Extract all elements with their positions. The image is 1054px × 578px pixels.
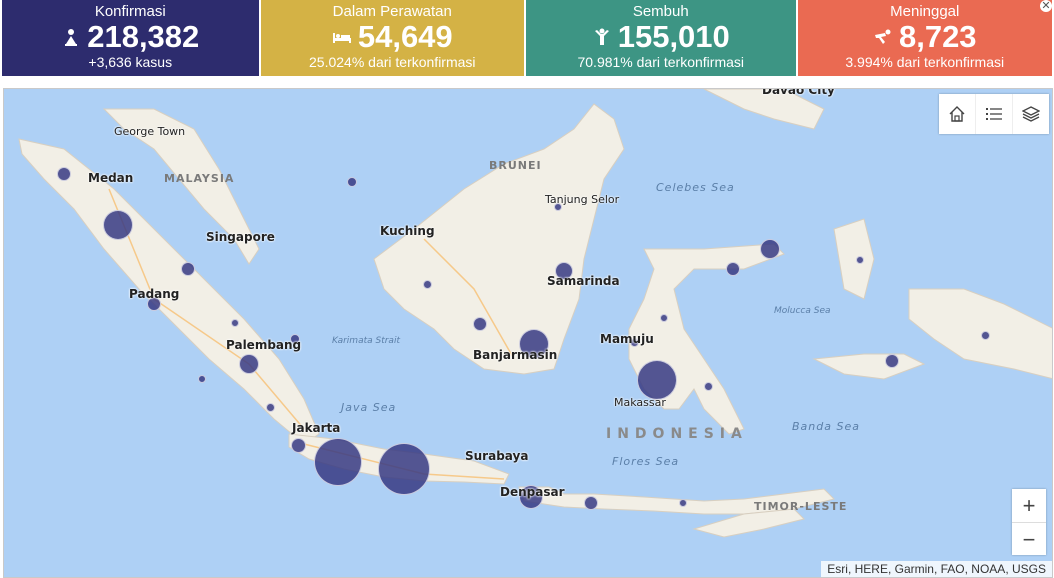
label-davao-city: Davao City bbox=[762, 88, 835, 97]
konfirmasi-label: Konfirmasi bbox=[94, 3, 166, 20]
sembuh-label: Sembuh bbox=[632, 3, 689, 20]
person-confirmed-icon bbox=[65, 29, 78, 46]
label-padang: Padang bbox=[129, 287, 180, 301]
indonesia-map[interactable]: George Town Medan MALAYSIA Singapore Pad… bbox=[3, 88, 1053, 578]
legend-button[interactable] bbox=[976, 94, 1013, 134]
case-bubble[interactable] bbox=[231, 319, 239, 327]
label-jakarta: Jakarta bbox=[292, 421, 341, 435]
label-palembang: Palembang bbox=[226, 338, 302, 352]
case-bubble[interactable] bbox=[423, 280, 432, 289]
sembuh-sub: 70.981% dari terkonfirmasi bbox=[577, 54, 745, 70]
perawatan-label: Dalam Perawatan bbox=[332, 3, 452, 20]
case-bubble[interactable] bbox=[57, 167, 71, 181]
label-karimata-strait: Karimata Strait bbox=[332, 336, 400, 346]
meninggal-label: Meninggal bbox=[890, 3, 960, 20]
label-brunei: BRUNEI bbox=[489, 159, 542, 172]
label-tanjung-selor: Tanjung Selor bbox=[545, 193, 620, 206]
case-bubble[interactable] bbox=[314, 438, 362, 486]
label-flores-sea: Flores Sea bbox=[612, 455, 680, 468]
case-bubble[interactable] bbox=[347, 177, 357, 187]
case-bubble[interactable] bbox=[981, 331, 990, 340]
meninggal-sub: 3.994% dari terkonfirmasi bbox=[845, 54, 1005, 70]
meninggal-value: 8,723 bbox=[898, 19, 977, 54]
meninggal-card: Meninggal 8,723 3.994% dari terkonfirmas… bbox=[797, 0, 1053, 76]
person-recovered-icon bbox=[594, 28, 609, 45]
label-medan: Medan bbox=[88, 171, 134, 185]
layers-icon bbox=[1022, 106, 1040, 122]
label-banda-sea: Banda Sea bbox=[792, 420, 860, 433]
perawatan-card: Dalam Perawatan 54,649 25.024% dari terk… bbox=[260, 0, 525, 76]
case-bubble[interactable] bbox=[856, 256, 864, 264]
konfirmasi-sub: +3,636 kasus bbox=[88, 54, 173, 70]
case-bubble[interactable] bbox=[239, 354, 259, 374]
case-bubble[interactable] bbox=[660, 314, 668, 322]
label-mamuju: Mamuju bbox=[600, 332, 654, 346]
zoom-control: + − bbox=[1012, 489, 1046, 555]
case-bubble[interactable] bbox=[760, 239, 780, 259]
case-bubble[interactable] bbox=[885, 354, 899, 368]
case-bubble[interactable] bbox=[103, 210, 133, 240]
case-bubble[interactable] bbox=[378, 443, 430, 495]
sembuh-value: 155,010 bbox=[617, 19, 730, 54]
label-molucca-sea: Molucca Sea bbox=[774, 306, 831, 316]
zoom-in-button[interactable]: + bbox=[1012, 489, 1046, 523]
close-icon[interactable]: ✕ bbox=[1040, 0, 1053, 12]
case-bubble[interactable] bbox=[473, 317, 487, 331]
perawatan-value: 54,649 bbox=[357, 19, 453, 54]
sembuh-card: Sembuh 155,010 70.981% dari terkonfirmas… bbox=[526, 0, 796, 76]
label-george-town: George Town bbox=[114, 125, 186, 138]
home-button[interactable] bbox=[939, 94, 976, 134]
case-bubble[interactable] bbox=[291, 438, 306, 453]
legend-list-icon bbox=[986, 108, 1002, 120]
label-denpasar: Denpasar bbox=[500, 485, 565, 499]
perawatan-sub: 25.024% dari terkonfirmasi bbox=[309, 54, 476, 70]
case-bubble[interactable] bbox=[198, 375, 206, 383]
label-timor-leste: TIMOR-LESTE bbox=[754, 500, 848, 513]
case-bubble[interactable] bbox=[181, 262, 195, 276]
case-bubble[interactable] bbox=[704, 382, 713, 391]
zoom-out-button[interactable]: − bbox=[1012, 523, 1046, 556]
label-indonesia: INDONESIA bbox=[606, 426, 748, 442]
label-surabaya: Surabaya bbox=[465, 449, 529, 463]
label-java-sea: Java Sea bbox=[341, 401, 397, 414]
label-malaysia: MALAYSIA bbox=[164, 172, 235, 185]
person-deceased-icon bbox=[874, 29, 891, 44]
label-kuching: Kuching bbox=[380, 224, 435, 238]
stats-bar: Konfirmasi 218,382 +3,636 kasus Dalam Pe… bbox=[2, 0, 1053, 77]
label-banjarmasin: Banjarmasin bbox=[473, 348, 558, 362]
layers-button[interactable] bbox=[1013, 94, 1049, 134]
konfirmasi-card: Konfirmasi 218,382 +3,636 kasus bbox=[2, 0, 259, 76]
map-attribution: Esri, HERE, Garmin, FAO, NOAA, USGS bbox=[821, 561, 1052, 577]
case-bubble[interactable] bbox=[584, 496, 598, 510]
case-bubble[interactable] bbox=[637, 360, 677, 400]
map-toolbar bbox=[939, 94, 1049, 134]
label-celebes-sea: Celebes Sea bbox=[656, 181, 735, 194]
case-bubble[interactable] bbox=[726, 262, 740, 276]
label-makassar: Makassar bbox=[614, 396, 666, 409]
case-bubble[interactable] bbox=[679, 499, 687, 507]
konfirmasi-value: 218,382 bbox=[87, 19, 200, 54]
case-bubble[interactable] bbox=[266, 403, 275, 412]
label-samarinda: Samarinda bbox=[547, 274, 620, 288]
label-singapore: Singapore bbox=[206, 230, 275, 244]
hospital-bed-icon bbox=[332, 33, 351, 43]
home-icon bbox=[949, 106, 965, 122]
